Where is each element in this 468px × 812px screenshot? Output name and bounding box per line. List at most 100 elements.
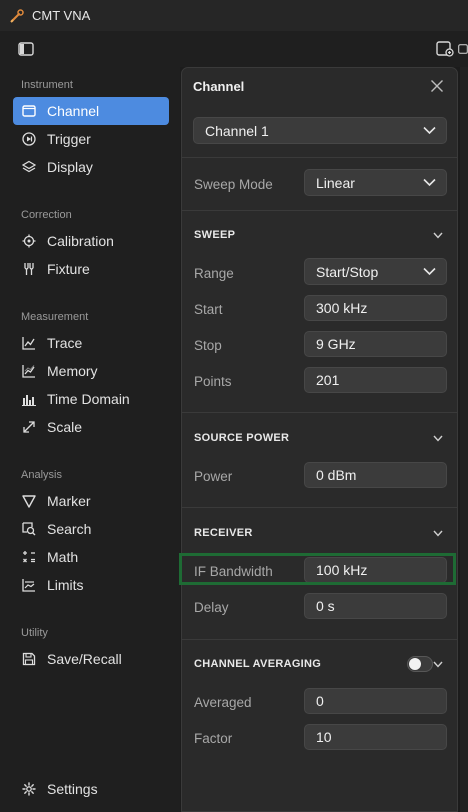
sidebar-item-display[interactable]: Display (13, 153, 169, 181)
chevron-down-icon (423, 267, 436, 276)
chevron-down-icon (423, 126, 436, 135)
sidebar-item-label: Search (47, 521, 92, 537)
window-title: CMT VNA (32, 8, 91, 23)
sweep-mode-value: Linear (316, 174, 355, 191)
window-icon (21, 103, 37, 119)
points-value: 201 (316, 372, 340, 388)
sidebar-item-calibration[interactable]: Calibration (13, 227, 169, 255)
toggle-knob (409, 658, 421, 670)
stop-field[interactable]: 9 GHz (304, 331, 447, 357)
points-field[interactable]: 201 (304, 367, 447, 393)
divider (182, 507, 457, 508)
trigger-icon (21, 131, 37, 147)
power-label: Power (194, 469, 233, 484)
sidebar-item-label: Math (47, 549, 79, 565)
bar-chart-icon (21, 391, 37, 407)
title-bar: CMT VNA (0, 0, 468, 31)
sidebar-item-label: Marker (47, 493, 91, 509)
channel-averaging-toggle[interactable] (407, 656, 433, 672)
chevron-down-icon[interactable] (433, 232, 443, 239)
sidebar-item-label: Settings (47, 781, 98, 797)
limits-icon (21, 577, 37, 593)
range-label: Range (194, 266, 234, 281)
trace-icon (21, 335, 37, 351)
sidebar-item-label: Fixture (47, 261, 90, 277)
panel-header: Channel (182, 68, 457, 104)
section-label-measurement: Measurement (21, 311, 89, 323)
sidebar-item-channel[interactable]: Channel (13, 97, 169, 125)
section-label-utility: Utility (21, 627, 48, 639)
factor-value: 10 (316, 729, 332, 745)
chevron-down-icon[interactable] (433, 661, 443, 668)
fixture-icon (21, 261, 37, 277)
stop-label: Stop (194, 338, 222, 353)
sidebar-item-label: Memory (47, 363, 98, 379)
search-icon (21, 521, 37, 537)
sidebar-item-label: Display (47, 159, 93, 175)
close-icon[interactable] (430, 79, 444, 93)
stop-value: 9 GHz (316, 336, 356, 352)
section-label-correction: Correction (21, 209, 72, 221)
points-label: Points (194, 374, 232, 389)
marker-icon (21, 493, 37, 509)
delay-label: Delay (194, 600, 229, 615)
sidebar-item-trace[interactable]: Trace (13, 329, 169, 357)
panel-title: Channel (193, 79, 245, 94)
channel-averaging-section-heading[interactable]: CHANNEL AVERAGING (194, 658, 321, 670)
delay-value: 0 s (316, 598, 335, 614)
if-bandwidth-field[interactable]: 100 kHz (304, 557, 447, 583)
sweep-mode-select[interactable]: Linear (304, 169, 447, 196)
averaged-value: 0 (316, 693, 324, 709)
range-select[interactable]: Start/Stop (304, 258, 447, 285)
section-label-instrument: Instrument (21, 79, 73, 91)
chevron-down-icon[interactable] (433, 435, 443, 442)
channel-select[interactable]: Channel 1 (193, 117, 447, 144)
sidebar-item-trigger[interactable]: Trigger (13, 125, 169, 153)
factor-label: Factor (194, 731, 233, 746)
sidebar-item-search[interactable]: Search (13, 515, 169, 543)
source-power-section-heading[interactable]: SOURCE POWER (194, 432, 289, 444)
sweep-section-heading[interactable]: SWEEP (194, 229, 235, 241)
save-icon (21, 651, 37, 667)
section-label-analysis: Analysis (21, 469, 62, 481)
delay-field[interactable]: 0 s (304, 593, 447, 619)
power-value: 0 dBm (316, 467, 357, 483)
sidebar-item-math[interactable]: Math (13, 543, 169, 571)
toolbar (0, 31, 468, 67)
averaged-field[interactable]: 0 (304, 688, 447, 714)
sidebar-item-label: Calibration (47, 233, 114, 249)
start-field[interactable]: 300 kHz (304, 295, 447, 321)
chevron-down-icon[interactable] (433, 530, 443, 537)
sidebar-item-scale[interactable]: Scale (13, 413, 169, 441)
sidebar-item-label: Channel (47, 103, 100, 119)
layers-icon (21, 159, 37, 175)
crosshair-icon (21, 233, 37, 249)
factor-field[interactable]: 10 (304, 724, 447, 750)
sidebar-item-marker[interactable]: Marker (13, 487, 169, 515)
divider (182, 639, 457, 640)
window-menu-icon[interactable] (458, 40, 468, 58)
divider (182, 412, 457, 413)
range-value: Start/Stop (316, 263, 379, 280)
power-field[interactable]: 0 dBm (304, 462, 447, 488)
sidebar-item-settings[interactable]: Settings (13, 775, 169, 803)
sidebar-item-fixture[interactable]: Fixture (13, 255, 169, 283)
sidebar-item-time-domain[interactable]: Time Domain (13, 385, 169, 413)
sidebar-item-limits[interactable]: Limits (13, 571, 169, 599)
sidebar: Instrument Channel Trigger Display Corre… (0, 67, 180, 812)
divider (182, 157, 457, 158)
channel-select-value: Channel 1 (205, 122, 269, 139)
new-window-icon[interactable] (436, 40, 454, 58)
sidebar-item-memory[interactable]: Memory (13, 357, 169, 385)
expand-icon (21, 419, 37, 435)
sidebar-toggle-icon[interactable] (17, 40, 35, 58)
receiver-section-heading[interactable]: RECEIVER (194, 527, 253, 539)
sidebar-item-label: Time Domain (47, 391, 130, 407)
sidebar-item-label: Save/Recall (47, 651, 122, 667)
divider (182, 210, 457, 211)
app-logo-icon (9, 8, 25, 24)
channel-panel: Channel Channel 1 Sweep Mode Linear SWEE… (181, 67, 458, 812)
start-value: 300 kHz (316, 300, 368, 316)
sidebar-item-save-recall[interactable]: Save/Recall (13, 645, 169, 673)
chevron-down-icon (423, 178, 436, 187)
